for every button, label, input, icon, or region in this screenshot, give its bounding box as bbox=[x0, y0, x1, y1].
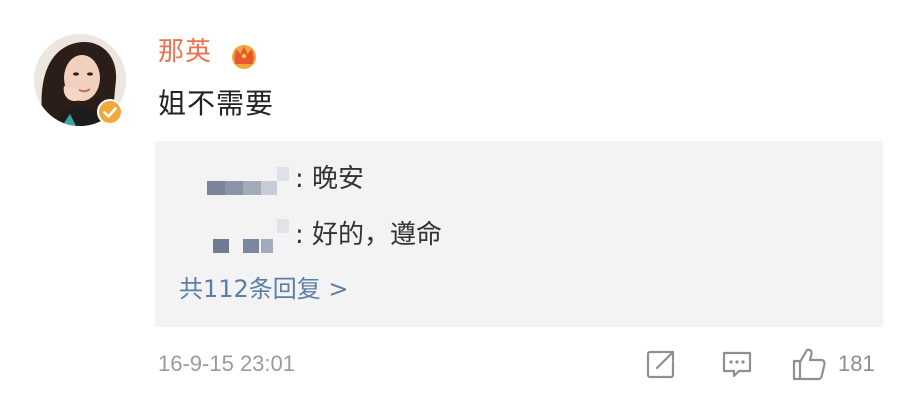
reply-text: : 晚安 bbox=[295, 164, 365, 194]
comment-text: 姐不需要 bbox=[158, 87, 275, 120]
thumbs-up-icon bbox=[792, 348, 826, 381]
verified-badge-icon bbox=[97, 99, 123, 125]
reply-box: : 晚安 : 好的，遵命 共112条回复 > bbox=[155, 141, 883, 327]
crown-icon[interactable] bbox=[228, 40, 260, 70]
username[interactable]: 那英 bbox=[158, 34, 212, 70]
more-replies-link[interactable]: 共112条回复 > bbox=[179, 271, 349, 307]
timestamp: 16-9-15 23:01 bbox=[158, 351, 295, 376]
like-count: 181 bbox=[838, 351, 875, 376]
reply-text: : 好的，遵命 bbox=[295, 220, 443, 250]
comment-button[interactable] bbox=[719, 346, 755, 382]
like-button[interactable]: 181 bbox=[790, 346, 885, 382]
comment-icon bbox=[722, 351, 752, 378]
forward-icon bbox=[646, 350, 675, 379]
forward-button[interactable] bbox=[643, 346, 679, 382]
censored-username-mosaic bbox=[199, 215, 295, 255]
censored-username-mosaic bbox=[199, 159, 295, 199]
